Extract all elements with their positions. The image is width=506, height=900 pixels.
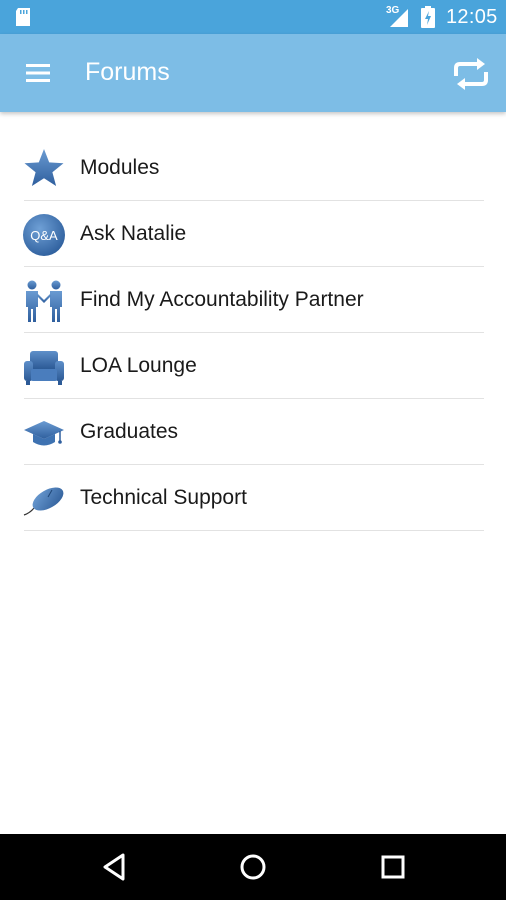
star-icon bbox=[24, 149, 64, 186]
forum-item-label: Technical Support bbox=[80, 486, 247, 509]
sd-card-icon bbox=[16, 8, 30, 26]
battery-charging-icon bbox=[421, 6, 435, 28]
people-holding-hands-icon bbox=[26, 280, 62, 322]
divider bbox=[24, 530, 484, 531]
qa-badge-icon: Q&A bbox=[23, 214, 65, 256]
qa-badge-text: Q&A bbox=[30, 228, 58, 243]
app-bar: Forums bbox=[0, 34, 506, 112]
forum-item-label: Graduates bbox=[80, 420, 179, 443]
recents-square-icon[interactable] bbox=[375, 850, 411, 884]
forum-list: Modules Q&A Ask Natalie Find My Accounta… bbox=[0, 135, 506, 531]
armchair-icon bbox=[24, 351, 64, 385]
forum-item-ask-natalie[interactable]: Q&A Ask Natalie bbox=[0, 201, 506, 267]
forum-item-loa-lounge[interactable]: LOA Lounge bbox=[0, 333, 506, 399]
forum-item-modules[interactable]: Modules bbox=[0, 135, 506, 201]
status-clock: 12:05 bbox=[446, 6, 498, 28]
forum-item-label: LOA Lounge bbox=[80, 354, 197, 377]
signal-strength-icon bbox=[390, 9, 408, 27]
forum-item-label: Modules bbox=[80, 156, 160, 179]
status-bar: 3G 12:05 bbox=[0, 0, 506, 34]
page-title: Forums bbox=[85, 58, 170, 86]
hamburger-menu-icon[interactable] bbox=[22, 58, 54, 88]
repeat-arrows-icon[interactable] bbox=[448, 54, 494, 94]
forum-item-label: Ask Natalie bbox=[80, 222, 187, 245]
forum-item-accountability-partner[interactable]: Find My Accountability Partner bbox=[0, 267, 506, 333]
forum-item-label: Find My Accountability Partner bbox=[80, 288, 364, 311]
graduation-cap-icon bbox=[24, 421, 64, 446]
forum-item-graduates[interactable]: Graduates bbox=[0, 399, 506, 465]
computer-mouse-icon bbox=[23, 487, 64, 516]
forum-item-technical-support[interactable]: Technical Support bbox=[0, 465, 506, 531]
system-nav-bar bbox=[0, 834, 506, 900]
back-triangle-icon[interactable] bbox=[96, 850, 132, 884]
home-circle-icon[interactable] bbox=[235, 850, 271, 884]
